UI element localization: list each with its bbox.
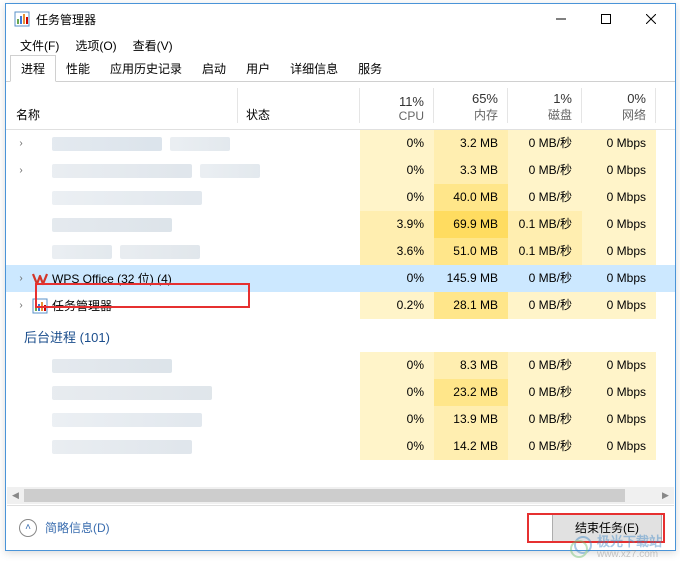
titlebar: 任务管理器 (6, 4, 675, 34)
disk-value: 0.1 MB/秒 (508, 211, 582, 238)
table-row[interactable]: › 0% 14.2 MB 0 MB/秒 0 Mbps (6, 433, 675, 460)
scroll-thumb[interactable] (24, 489, 625, 502)
process-list: › 0% 3.2 MB 0 MB/秒 0 Mbps › 0% 3.3 MB 0 … (6, 130, 675, 488)
network-value: 0 Mbps (582, 265, 656, 292)
col-status[interactable]: 状态 (238, 82, 360, 129)
process-name: 任务管理器 (52, 297, 112, 314)
expand-icon[interactable]: › (14, 273, 28, 284)
scroll-right-icon[interactable]: ▶ (657, 487, 674, 504)
column-headers: 名称 状态 11%CPU 65%内存 1%磁盘 0%网络 (6, 82, 675, 130)
col-disk[interactable]: 1%磁盘 (508, 82, 582, 129)
disk-value: 0 MB/秒 (508, 130, 582, 157)
table-row[interactable]: › 0% 8.3 MB 0 MB/秒 0 Mbps (6, 352, 675, 379)
table-row[interactable]: › 0% 3.2 MB 0 MB/秒 0 Mbps (6, 130, 675, 157)
table-row[interactable]: › 3.9% 69.9 MB 0.1 MB/秒 0 Mbps (6, 211, 675, 238)
footer: ˄ 简略信息(D) 结束任务(E) (7, 505, 674, 549)
network-value: 0 Mbps (582, 130, 656, 157)
menu-view[interactable]: 查看(V) (125, 35, 181, 56)
expand-icon[interactable]: › (14, 138, 28, 149)
memory-value: 3.3 MB (434, 157, 508, 184)
cpu-value: 3.6% (360, 238, 434, 265)
table-row[interactable]: › 0% 13.9 MB 0 MB/秒 0 Mbps (6, 406, 675, 433)
memory-value: 51.0 MB (434, 238, 508, 265)
col-name[interactable]: 名称 (6, 82, 238, 129)
brief-info-link[interactable]: ˄ 简略信息(D) (19, 519, 110, 537)
memory-value: 40.0 MB (434, 184, 508, 211)
cpu-value: 0% (360, 184, 434, 211)
tab-performance[interactable]: 性能 (56, 56, 100, 81)
tab-users[interactable]: 用户 (236, 56, 280, 81)
task-manager-icon (32, 298, 48, 314)
table-row[interactable]: › 任务管理器 0.2% 28.1 MB 0 MB/秒 0 Mbps (6, 292, 675, 319)
table-row[interactable]: › 0% 3.3 MB 0 MB/秒 0 Mbps (6, 157, 675, 184)
menubar: 文件(F) 选项(O) 查看(V) (6, 34, 675, 56)
col-cpu[interactable]: 11%CPU (360, 82, 434, 129)
tab-details[interactable]: 详细信息 (280, 56, 348, 81)
cpu-value: 0.2% (360, 292, 434, 319)
tab-app-history[interactable]: 应用历史记录 (100, 56, 192, 81)
table-row[interactable]: › 0% 40.0 MB 0 MB/秒 0 Mbps (6, 184, 675, 211)
table-row[interactable]: › 0% 23.2 MB 0 MB/秒 0 Mbps (6, 379, 675, 406)
table-row[interactable]: › 3.6% 51.0 MB 0.1 MB/秒 0 Mbps (6, 238, 675, 265)
network-value: 0 Mbps (582, 238, 656, 265)
memory-value: 3.2 MB (434, 130, 508, 157)
cpu-value: 0% (360, 265, 434, 292)
wps-icon (32, 271, 48, 287)
section-background-processes: 后台进程 (101) (6, 319, 675, 352)
disk-value: 0.1 MB/秒 (508, 238, 582, 265)
col-network[interactable]: 0%网络 (582, 82, 656, 129)
process-name: WPS Office (32 位) (4) (52, 270, 172, 287)
menu-options[interactable]: 选项(O) (67, 35, 124, 56)
network-value: 0 Mbps (582, 292, 656, 319)
cpu-value: 0% (360, 130, 434, 157)
scroll-left-icon[interactable]: ◀ (7, 487, 24, 504)
tabbar: 进程 性能 应用历史记录 启动 用户 详细信息 服务 (6, 56, 675, 82)
menu-file[interactable]: 文件(F) (12, 35, 67, 56)
disk-value: 0 MB/秒 (508, 292, 582, 319)
end-task-button[interactable]: 结束任务(E) (552, 513, 662, 542)
close-button[interactable] (628, 5, 673, 34)
memory-value: 145.9 MB (434, 265, 508, 292)
task-manager-window: 任务管理器 文件(F) 选项(O) 查看(V) 进程 性能 应用历史记录 启动 … (5, 3, 676, 551)
memory-value: 69.9 MB (434, 211, 508, 238)
window-title: 任务管理器 (36, 11, 538, 28)
col-memory[interactable]: 65%内存 (434, 82, 508, 129)
maximize-button[interactable] (583, 5, 628, 34)
expand-icon[interactable]: › (14, 165, 28, 176)
app-icon (14, 11, 30, 27)
network-value: 0 Mbps (582, 184, 656, 211)
tab-processes[interactable]: 进程 (10, 55, 56, 82)
disk-value: 0 MB/秒 (508, 184, 582, 211)
cpu-value: 3.9% (360, 211, 434, 238)
disk-value: 0 MB/秒 (508, 157, 582, 184)
network-value: 0 Mbps (582, 211, 656, 238)
network-value: 0 Mbps (582, 157, 656, 184)
tab-startup[interactable]: 启动 (192, 56, 236, 81)
memory-value: 28.1 MB (434, 292, 508, 319)
tab-services[interactable]: 服务 (348, 56, 392, 81)
cpu-value: 0% (360, 157, 434, 184)
disk-value: 0 MB/秒 (508, 265, 582, 292)
horizontal-scrollbar[interactable]: ◀ ▶ (7, 487, 674, 504)
expand-icon[interactable]: › (14, 300, 28, 311)
table-row-selected[interactable]: › WPS Office (32 位) (4) 0% 145.9 MB 0 MB… (6, 265, 675, 292)
minimize-button[interactable] (538, 5, 583, 34)
chevron-up-icon: ˄ (19, 519, 37, 537)
